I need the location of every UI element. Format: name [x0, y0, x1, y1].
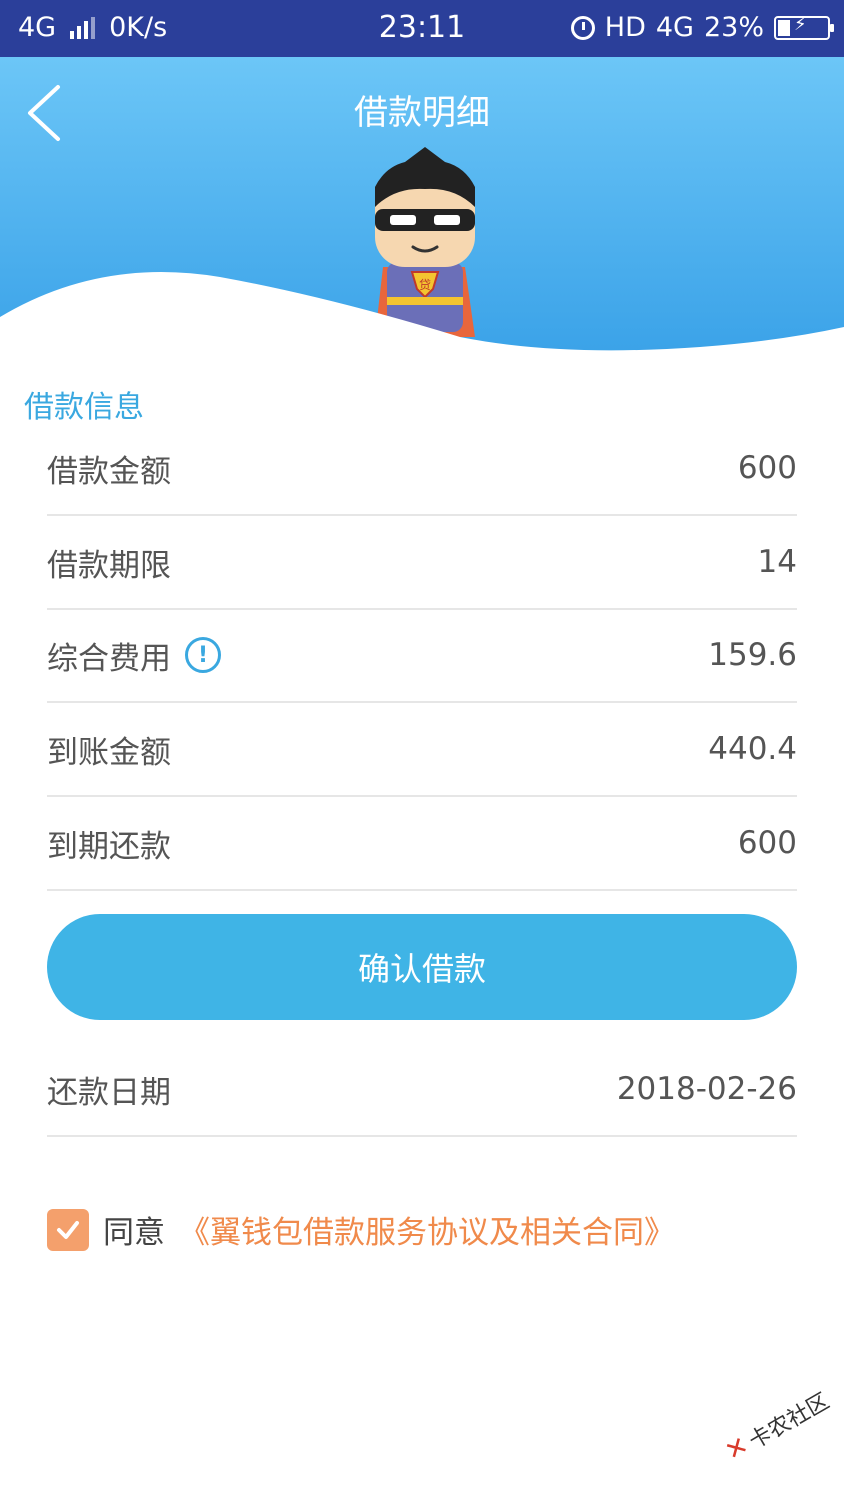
battery-percent: 23% [703, 12, 764, 43]
row-label: 到期还款 [47, 828, 171, 865]
status-bar: 4G 0K/s 23:11 HD 4G 23% ⚡ [0, 0, 844, 57]
row-due-repayment: 到期还款 600 [47, 797, 797, 891]
header-wave [0, 272, 844, 357]
row-value: 440.4 [708, 731, 797, 767]
agreement-line: 同意 《翼钱包借款服务协议及相关合同》 [47, 1207, 675, 1252]
confirm-loan-button[interactable]: 确认借款 [47, 914, 797, 1020]
row-received-amount: 到账金额 440.4 [47, 703, 797, 797]
row-total-fees: 综合费用 ! 159.6 [47, 609, 797, 703]
check-icon [57, 1220, 79, 1239]
row-value: 600 [737, 450, 797, 486]
row-label: 到账金额 [47, 734, 171, 771]
row-repayment-date: 还款日期 2018-02-26 [47, 1043, 797, 1137]
row-label: 还款日期 [47, 1074, 171, 1111]
watermark: ✕ 卡农社区 [720, 1384, 835, 1469]
battery-icon: ⚡ [774, 14, 834, 40]
row-label-wrapper: 综合费用 ! [47, 633, 221, 678]
row-label: 借款金额 [47, 453, 171, 490]
agreement-link[interactable]: 《翼钱包借款服务协议及相关合同》 [179, 1207, 675, 1252]
row-loan-term: 借款期限 14 [47, 516, 797, 610]
info-icon[interactable]: ! [185, 637, 221, 673]
header-banner: 借款明细 贷 [0, 57, 844, 357]
row-loan-amount: 借款金额 600 [47, 422, 797, 516]
row-value: 14 [757, 544, 797, 580]
section-title: 借款信息 [24, 390, 144, 425]
row-label: 综合费用 [47, 640, 171, 677]
network-type-right: 4G [655, 12, 694, 43]
alarm-icon [570, 15, 595, 40]
row-label: 借款期限 [47, 547, 171, 584]
agreement-prefix: 同意 [103, 1215, 165, 1251]
row-value: 600 [737, 825, 797, 861]
hd-indicator: HD [604, 12, 646, 43]
row-value: 2018-02-26 [616, 1071, 797, 1107]
agreement-checkbox[interactable] [47, 1208, 89, 1251]
row-value: 159.6 [708, 637, 797, 673]
watermark-text: 卡农社区 [745, 1388, 834, 1455]
page-title: 借款明细 [354, 93, 490, 133]
